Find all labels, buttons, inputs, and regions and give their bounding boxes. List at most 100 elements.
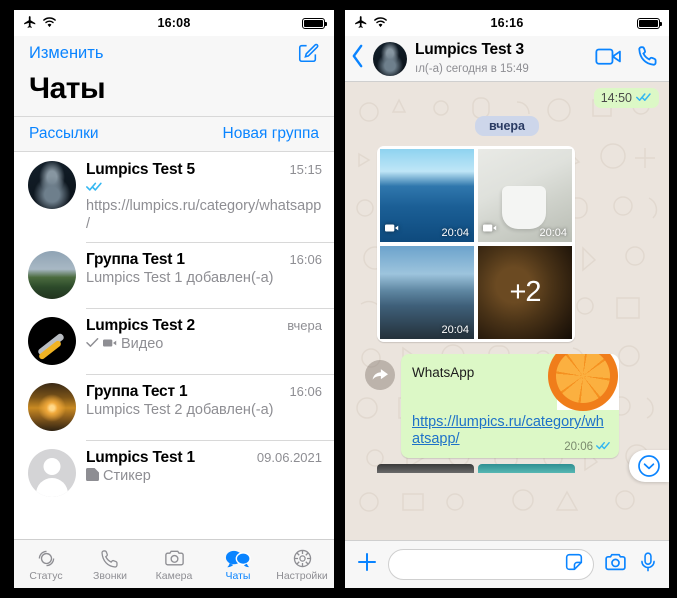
tab-status[interactable]: Статус [14,546,78,582]
album-cell-time: 20:04 [539,227,567,239]
new-group-button[interactable]: Новая группа [223,125,319,143]
bottom-tab-bar[interactable]: Статус Звонки Камера Чаты Настройки [14,539,334,588]
video-camera-icon [483,220,497,238]
day-separator: вчера [474,116,539,136]
album-cell[interactable]: 20:04 [380,246,474,339]
edit-button[interactable]: Изменить [29,44,103,63]
avatar [28,317,76,366]
message-bubble[interactable]: WhatsApp https://lumpics.ru/category/wha… [401,354,619,458]
chat-name: Группа Test 1 [86,251,185,269]
orange-slice-sticker [548,354,619,411]
conversation-area[interactable]: 14:50 вчера 20:04 20:04 20:04 +2 WhatsAp… [345,82,669,540]
chat-time: 16:06 [289,252,322,268]
chat-name: Lumpics Test 1 [86,449,195,467]
avatar [28,449,76,498]
status-circles-icon [14,546,78,571]
chat-preview: https://lumpics.ru/category/whatsapp/ [86,197,322,232]
chat-preview: Видео [121,336,164,353]
avatar [28,251,76,300]
gear-icon [270,546,334,571]
conversation-nav-bar: Lumpics Test 3 ıл(-а) сегодня в 15:49 [345,36,669,82]
album-cell[interactable]: 20:04 [380,149,474,242]
chat-time: вчера [287,318,322,334]
microphone-icon[interactable] [637,550,659,579]
compose-icon[interactable] [297,42,319,64]
chat-preview: Lumpics Test 1 добавлен(-а) [86,270,274,287]
video-camera-icon [385,220,399,238]
chat-list[interactable]: Lumpics Test 5 15:15 https://lumpics.ru/… [14,152,334,539]
phone-icon [78,546,142,571]
message-time: 20:06 [564,440,593,453]
avatar[interactable] [373,41,407,76]
list-item[interactable]: Lumpics Test 2 вчера Видео [14,308,334,374]
tab-label: Звонки [93,570,127,582]
album-cell[interactable]: 20:04 [478,149,572,242]
list-item[interactable]: Lumpics Test 1 09.06.2021 Стикер [14,440,334,506]
double-check-blue-icon [596,441,611,453]
battery-full-icon [302,17,328,29]
chat-time: 16:06 [289,384,322,400]
forward-arrow-icon[interactable] [365,360,395,390]
battery-full-icon [637,17,663,29]
tab-calls[interactable]: Звонки [78,546,142,582]
right-phone-frame: 16:16 Lumpics Test 3 ıл(-а) сегодня в 15… [337,0,677,598]
chat-time: 15:15 [289,162,322,177]
message-text: WhatsApp [412,365,475,380]
message-composer [345,540,669,588]
chat-time: 09.06.2021 [256,450,322,466]
chats-subnav: Рассылки Новая группа [14,116,334,152]
tab-label: Настройки [276,570,328,582]
contact-status: ıл(-а) сегодня в 15:49 [415,62,529,75]
list-item[interactable]: Lumpics Test 5 15:15 https://lumpics.ru/… [14,152,334,242]
tab-label: Статус [29,570,63,582]
chevron-left-icon[interactable] [351,44,371,73]
single-check-icon [86,336,99,354]
chat-name: Lumpics Test 2 [86,317,195,335]
plus-icon[interactable] [355,550,379,579]
bubble-time-text: 14:50 [600,91,632,105]
video-call-icon[interactable] [595,47,622,71]
tab-settings[interactable]: Настройки [270,546,334,582]
right-phone-screen: 16:16 Lumpics Test 3 ıл(-а) сегодня в 15… [345,10,669,588]
phone-call-icon[interactable] [636,44,660,73]
chevron-down-circle-icon[interactable] [629,450,669,482]
tab-label: Чаты [225,570,251,582]
list-item[interactable]: Группа Test 1 16:06 Lumpics Test 1 добав… [14,242,334,308]
avatar [28,383,76,432]
left-status-bar: 16:08 [14,10,334,36]
message-input[interactable] [388,549,594,580]
chat-name: Группа Тест 1 [86,383,188,401]
avatar [28,161,76,209]
list-item[interactable]: Группа Тест 1 16:06 Lumpics Test 2 добав… [14,374,334,440]
camera-icon[interactable] [603,550,628,580]
sticker-icon [86,468,99,487]
forwarded-message: WhatsApp https://lumpics.ru/category/wha… [355,354,659,458]
chat-name: Lumpics Test 5 [86,161,195,178]
tab-chats[interactable]: Чаты [206,546,270,582]
chat-preview: Стикер [103,468,151,485]
album-cell-more[interactable]: +2 [478,246,572,339]
partially-visible-media[interactable] [377,463,659,473]
album-cell-time: 20:04 [441,324,469,336]
tab-label: Камера [155,570,193,582]
left-phone-screen: 16:08 Изменить Чаты Рассылки Новая групп… [14,10,334,588]
dual-phone-screenshot: 16:08 Изменить Чаты Рассылки Новая групп… [0,0,677,598]
status-bar-time: 16:16 [490,16,524,30]
right-status-bar: 16:16 [345,10,669,36]
left-phone-frame: 16:08 Изменить Чаты Рассылки Новая групп… [0,0,337,598]
contact-name: Lumpics Test 3 [415,40,524,58]
camera-icon [142,546,206,571]
page-title: Чаты [29,72,106,105]
chat-preview: Lumpics Test 2 добавлен(-а) [86,402,274,419]
double-check-blue-icon [636,91,652,105]
status-bar-time: 16:08 [157,16,191,30]
video-camera-icon [103,336,117,354]
chats-bubbles-icon [206,546,270,571]
sticker-icon[interactable] [563,551,585,578]
double-check-blue-icon [86,180,103,198]
chats-nav-bar: Изменить Чаты [14,36,334,116]
album-cell-time: 20:04 [441,227,469,239]
tab-camera[interactable]: Камера [142,546,206,582]
media-album[interactable]: 20:04 20:04 20:04 +2 [377,146,575,342]
broadcasts-button[interactable]: Рассылки [29,125,99,143]
